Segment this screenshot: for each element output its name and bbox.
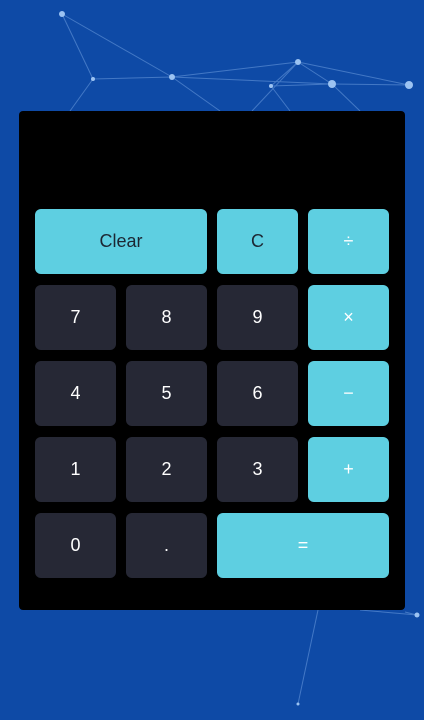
clear-button[interactable]: Clear [35, 209, 207, 274]
c-button[interactable]: C [217, 209, 298, 274]
nine-button[interactable]: 9 [217, 285, 298, 350]
divide-button[interactable]: ÷ [308, 209, 389, 274]
eight-button[interactable]: 8 [126, 285, 207, 350]
one-button[interactable]: 1 [35, 437, 116, 502]
five-button[interactable]: 5 [126, 361, 207, 426]
two-button[interactable]: 2 [126, 437, 207, 502]
display-screen [35, 111, 389, 207]
six-button[interactable]: 6 [217, 361, 298, 426]
three-button[interactable]: 3 [217, 437, 298, 502]
decimal-button[interactable]: . [126, 513, 207, 578]
equals-button[interactable]: = [217, 513, 389, 578]
zero-button[interactable]: 0 [35, 513, 116, 578]
four-button[interactable]: 4 [35, 361, 116, 426]
multiply-button[interactable]: × [308, 285, 389, 350]
calculator-panel: Clear C ÷ 7 8 9 × 4 5 6 − 1 2 3 + 0 . = [19, 111, 405, 610]
add-button[interactable]: + [308, 437, 389, 502]
subtract-button[interactable]: − [308, 361, 389, 426]
seven-button[interactable]: 7 [35, 285, 116, 350]
